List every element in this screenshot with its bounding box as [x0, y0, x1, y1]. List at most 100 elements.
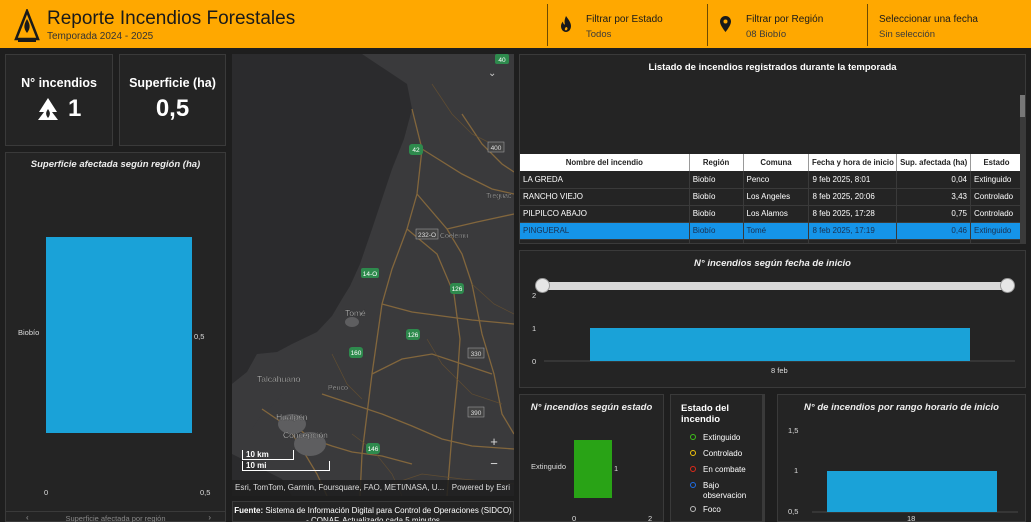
source-text: Sistema de Información Digital para Cont… — [265, 506, 512, 522]
filter-fecha[interactable]: Seleccionar una fecha Sin selección — [867, 4, 1027, 46]
table-scrollbar[interactable] — [1020, 95, 1025, 243]
map-label-hualpen: Hualpén — [276, 412, 308, 422]
status-x-tick-0: 0 — [572, 514, 576, 522]
table-header-row: Nombre del incendio Región Comuna Fecha … — [520, 154, 1023, 171]
map-label-concepcion: Concepción — [283, 430, 328, 440]
scale-km: 10 km — [242, 450, 294, 460]
hour-chart: 1,5 1 0,5 18 — [788, 426, 1018, 522]
route-shield: 126 — [450, 283, 464, 294]
filter-region[interactable]: Filtrar por Región 08 Biobío — [707, 4, 867, 46]
cell-region: Biobío — [689, 239, 744, 243]
cell-comuna: Los Angeles — [743, 188, 810, 206]
status-chart: Extinguido 1 0 2 — [531, 440, 652, 522]
col-estado[interactable]: Estado — [970, 154, 1023, 171]
cell-estado: Controlado — [970, 188, 1023, 206]
map-canvas[interactable]: 40 42 400 232-O 14-O 126 126 160 330 390… — [232, 54, 514, 496]
region-bar[interactable] — [46, 237, 192, 433]
svg-text:232-O: 232-O — [418, 232, 436, 239]
table-row[interactable]: PILPILCO ABAJO Biobío Los Alamos 8 feb 2025… — [520, 205, 1023, 223]
legend-marker-icon — [690, 466, 696, 472]
legend-marker-icon — [690, 450, 696, 456]
kpi-incendios-card: N° incendios 1 — [5, 54, 113, 146]
col-nombre[interactable]: Nombre del incendio — [520, 154, 690, 171]
route-shield: 400 — [487, 141, 505, 153]
region-category-label: Biobío — [18, 328, 39, 337]
table-scroll[interactable]: Nombre del incendio Región Comuna Fecha … — [520, 77, 1023, 243]
cell-estado: Controlado — [970, 239, 1023, 243]
col-superficie[interactable]: Sup. afectada (ha) — [896, 154, 971, 171]
zoom-out-button[interactable]: − — [484, 454, 504, 474]
header-bar: Reporte Incendios Forestales Temporada 2… — [0, 0, 1031, 50]
table-scroll-thumb[interactable] — [1020, 95, 1025, 117]
route-shield: 42 — [409, 144, 423, 155]
cell-superficie: 0,75 — [896, 205, 971, 223]
status-x-tick-1: 2 — [648, 514, 652, 522]
map-label-talcahuano: Talcahuano — [257, 374, 301, 384]
date-y-tick-2: 2 — [532, 291, 536, 300]
region-chart-footer: Superficie afectada por región — [65, 514, 166, 522]
cell-superficie: 3,43 — [896, 188, 971, 206]
table-row[interactable]: OMER HUETBiobíoHualqui8 feb 2025, 14:510… — [520, 239, 1023, 243]
kpi-incendios-value: 1 — [68, 95, 82, 122]
filter-region-value: 08 Biobío — [746, 29, 787, 40]
kpi-superficie-label: Superficie (ha) — [129, 76, 216, 90]
source-note: Fuente: Sistema de Información Digital p… — [232, 501, 514, 522]
table-row[interactable]: RANCHO VIEJO Biobío Los Angeles 8 feb 2025,… — [520, 188, 1023, 206]
cell-nombre: PINGUERAL — [520, 222, 690, 240]
incendios-table: Nombre del incendio Región Comuna Fecha … — [520, 154, 1023, 243]
cell-region: Biobío — [689, 222, 744, 240]
svg-text:390: 390 — [471, 410, 482, 417]
collapse-chevron-icon[interactable]: ⌄ — [488, 68, 496, 79]
region-x-tick-0: 0 — [44, 488, 48, 497]
cell-fecha: 8 feb 2025, 17:28 — [808, 205, 898, 223]
region-chart-scrollbar[interactable]: ‹ Superficie afectada por región › — [6, 511, 225, 522]
date-y-tick-0: 0 — [532, 357, 536, 366]
svg-text:330: 330 — [471, 351, 482, 358]
map-view[interactable]: 40 42 400 232-O 14-O 126 126 160 330 390… — [232, 54, 514, 496]
powered-by-esri[interactable]: Powered by Esri — [452, 480, 510, 496]
cell-superficie: 0,45 — [896, 239, 971, 243]
map-pin-icon — [720, 16, 731, 32]
svg-text:14-O: 14-O — [363, 271, 377, 278]
region-value-label: 0,5 — [194, 332, 204, 341]
filter-estado[interactable]: Filtrar por Estado Todos — [547, 4, 707, 46]
page-subtitle: Temporada 2024 - 2025 — [47, 31, 154, 42]
svg-text:126: 126 — [408, 332, 419, 339]
cell-region: Biobío — [689, 171, 744, 189]
scale-mi: 10 mi — [242, 461, 330, 471]
cell-region: Biobío — [689, 205, 744, 223]
col-region[interactable]: Región — [689, 154, 744, 171]
svg-text:126: 126 — [452, 286, 463, 293]
region-x-tick-1: 0,5 — [200, 488, 210, 497]
map-attribution: Esri, TomTom, Garmin, Foursquare, FAO, M… — [232, 480, 514, 496]
date-bar[interactable] — [590, 328, 970, 361]
cell-nombre: RANCHO VIEJO — [520, 188, 690, 206]
status-chart-card: N° incendios según estado Extinguido 1 0… — [519, 394, 664, 522]
filter-region-label: Filtrar por Región — [746, 14, 824, 25]
kpi-incendios-label: N° incendios — [21, 76, 97, 90]
table-row[interactable]: PINGUERAL Biobío Tomé 8 feb 2025, 17:19 0,46… — [520, 222, 1023, 240]
table-row[interactable]: LA GREDA Biobío Penco 9 feb 2025, 8:01 0,04 E… — [520, 171, 1023, 189]
hour-x-label: 18 — [907, 514, 915, 522]
status-bar-extinguido[interactable] — [574, 440, 612, 498]
cell-nombre: PILPILCO ABAJO — [520, 205, 690, 223]
table-title: Listado de incendios registrados durante… — [648, 62, 897, 73]
zoom-in-button[interactable]: + — [484, 432, 504, 452]
cell-fecha: 9 feb 2025, 8:01 — [808, 171, 898, 189]
date-x-label: 8 feb — [771, 366, 788, 375]
kpi-superficie-value: 0,5 — [155, 95, 190, 122]
cell-comuna: Los Alamos — [743, 205, 810, 223]
hour-bar[interactable] — [827, 471, 997, 512]
cell-estado: Extinguido — [970, 171, 1023, 189]
hour-y-tick-2: 1,5 — [788, 426, 798, 435]
col-fecha[interactable]: Fecha y hora de inicio — [808, 154, 898, 171]
filter-fecha-label: Seleccionar una fecha — [879, 14, 978, 25]
col-comuna[interactable]: Comuna — [743, 154, 810, 171]
scroll-right-icon[interactable]: › — [208, 513, 211, 522]
filter-fecha-value: Sin selección — [879, 29, 935, 40]
route-shield: 160 — [349, 347, 363, 358]
cell-estado: Extinguido — [970, 222, 1023, 240]
cell-fecha: 8 feb 2025, 14:51 — [808, 239, 898, 243]
status-value-label: 1 — [614, 464, 618, 473]
date-y-tick-1: 1 — [532, 324, 536, 333]
